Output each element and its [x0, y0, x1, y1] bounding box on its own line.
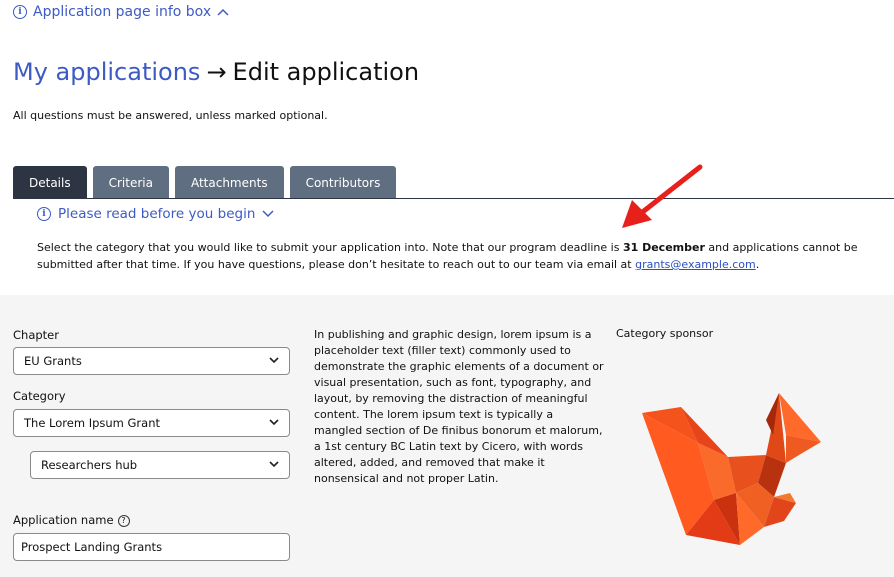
help-icon[interactable]: ?: [117, 514, 130, 527]
page-title: My applications → Edit application: [13, 58, 419, 86]
chapter-label: Chapter: [13, 328, 59, 342]
tab-details[interactable]: Details: [13, 166, 87, 199]
notice-text-end: .: [755, 258, 760, 271]
notice-panel: i Please read before you begin Select th…: [13, 199, 894, 295]
chapter-select[interactable]: EU Grants: [13, 347, 290, 375]
notice-heading: Please read before you begin: [58, 206, 256, 222]
breadcrumb-my-applications[interactable]: My applications: [13, 58, 200, 86]
chevron-up-icon: [217, 6, 229, 19]
tab-criteria[interactable]: Criteria: [92, 166, 169, 199]
tab-contributors[interactable]: Contributors: [289, 166, 397, 199]
instructions-text: All questions must be answered, unless m…: [13, 109, 328, 122]
chevron-down-icon: [269, 356, 279, 367]
application-name-input[interactable]: Prospect Landing Grants: [13, 533, 290, 561]
category-select[interactable]: The Lorem Ipsum Grant: [13, 409, 290, 437]
tab-bar: Details Criteria Attachments Contributor…: [13, 166, 397, 199]
origami-squirrel-logo: [642, 393, 821, 545]
chevron-down-icon: [269, 460, 279, 471]
application-name-label: Application name?: [13, 513, 130, 527]
tab-attachments[interactable]: Attachments: [174, 166, 284, 199]
subcategory-select[interactable]: Researchers hub: [30, 451, 290, 479]
info-icon: i: [37, 207, 51, 221]
page-title-text: Edit application: [232, 58, 420, 86]
chevron-down-icon: [262, 206, 274, 222]
chevron-down-icon: [269, 418, 279, 429]
chapter-value: EU Grants: [24, 354, 82, 368]
info-box-label: Application page info box: [33, 4, 212, 20]
category-description: In publishing and graphic design, lorem …: [314, 328, 604, 485]
subcategory-value: Researchers hub: [41, 458, 138, 472]
notice-text: Select the category that you would like …: [37, 239, 877, 273]
deadline-date: 31 December: [622, 241, 705, 254]
email-link[interactable]: grants@example.com: [635, 258, 756, 271]
category-value: The Lorem Ipsum Grant: [24, 416, 161, 430]
sponsor-label: Category sponsor: [616, 327, 714, 340]
notice-toggle[interactable]: i Please read before you begin: [37, 206, 274, 222]
info-box-toggle[interactable]: i Application page info box: [13, 4, 229, 20]
breadcrumb-arrow: →: [206, 58, 227, 86]
application-name-value: Prospect Landing Grants: [21, 540, 163, 554]
annotation-arrow: [622, 164, 703, 228]
application-name-label-text: Application name: [13, 513, 114, 527]
category-label: Category: [13, 389, 66, 403]
notice-text-start: Select the category that you would like …: [37, 241, 623, 254]
info-icon: i: [13, 5, 27, 19]
